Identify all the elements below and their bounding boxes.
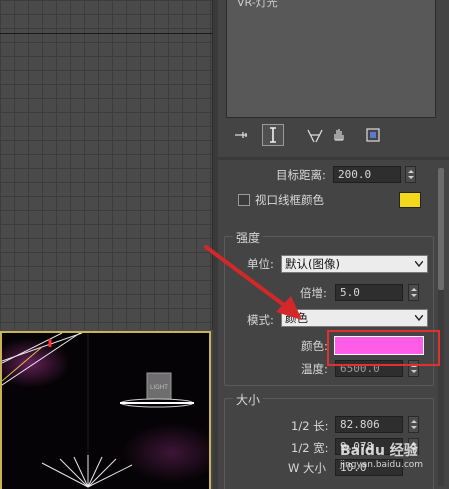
chevron-down-icon: [415, 261, 423, 267]
wire-color-label: 视口线框颜色: [255, 193, 324, 207]
light-fan-line: [59, 458, 89, 488]
light-fan-line: [87, 456, 103, 488]
make-unique-icon[interactable]: [328, 124, 350, 146]
modifier-stack-toolbar: [226, 124, 436, 148]
panel-separator: [218, 157, 449, 160]
unit-label: 单位:: [247, 257, 274, 271]
show-end-result-icon[interactable]: [304, 124, 326, 146]
panel-scrollbar-thumb[interactable]: [438, 168, 444, 290]
intensity-group-title: 强度: [233, 229, 264, 246]
target-distance-input[interactable]: 200.0: [333, 166, 401, 183]
perspective-scene: LIGHT: [2, 333, 209, 489]
unit-dropdown[interactable]: 默认(图像): [281, 255, 428, 273]
temperature-label: 温度:: [301, 362, 328, 376]
unit-dropdown-value: 默认(图像): [285, 257, 340, 271]
half-length-spinner[interactable]: [408, 416, 419, 433]
viewport-grid-axis: [0, 33, 213, 34]
temperature-input[interactable]: 6500.0: [335, 360, 403, 377]
chevron-down-icon: [415, 315, 423, 321]
wire-color-checkbox[interactable]: [238, 194, 250, 206]
multiplier-spinner[interactable]: [408, 284, 419, 301]
w-size-input[interactable]: 10.0: [335, 459, 403, 476]
mode-label: 模式:: [247, 313, 274, 327]
half-length-input[interactable]: 82.806: [335, 416, 403, 433]
command-panel: VR-灯光 目标距离: 200.0 视口线框颜色 强度 单位: 默认(图像) 倍…: [218, 0, 449, 489]
w-size-label: W 大小: [288, 461, 327, 475]
modifier-stack-list[interactable]: VR-灯光: [226, 0, 436, 118]
pin-stack-icon[interactable]: [230, 124, 252, 146]
light-fan-line: [73, 456, 89, 488]
multiplier-label: 倍增:: [300, 286, 327, 300]
multiplier-input[interactable]: 5.0: [335, 284, 403, 301]
modifier-stack-item[interactable]: VR-灯光: [237, 0, 278, 10]
configure-modifier-sets-icon[interactable]: [362, 124, 384, 146]
half-width-spinner[interactable]: [408, 438, 419, 455]
light-fan-line: [87, 458, 117, 488]
light-glow-2: [122, 423, 209, 483]
size-group-title: 大小: [233, 391, 264, 408]
perspective-viewport[interactable]: LIGHT: [0, 331, 211, 489]
active-modifier-icon[interactable]: [262, 124, 284, 146]
scene-box-label: LIGHT: [150, 384, 168, 391]
half-length-label: 1/2 长:: [291, 419, 329, 433]
wire-color-swatch[interactable]: [399, 192, 421, 208]
light-fan-line: [41, 462, 89, 488]
target-distance-label: 目标距离:: [276, 168, 326, 182]
half-width-label: 1/2 宽:: [291, 441, 329, 455]
mode-dropdown-value: 颜色: [285, 311, 308, 325]
top-viewport[interactable]: [0, 0, 213, 330]
half-width-input[interactable]: 9.078: [335, 438, 403, 455]
temperature-spinner[interactable]: [408, 360, 419, 377]
light-color-swatch[interactable]: [334, 336, 424, 355]
light-fan-line: [87, 464, 133, 488]
color-label: 颜色:: [301, 339, 328, 353]
mode-dropdown[interactable]: 颜色: [281, 309, 428, 327]
target-distance-spinner[interactable]: [405, 166, 416, 183]
